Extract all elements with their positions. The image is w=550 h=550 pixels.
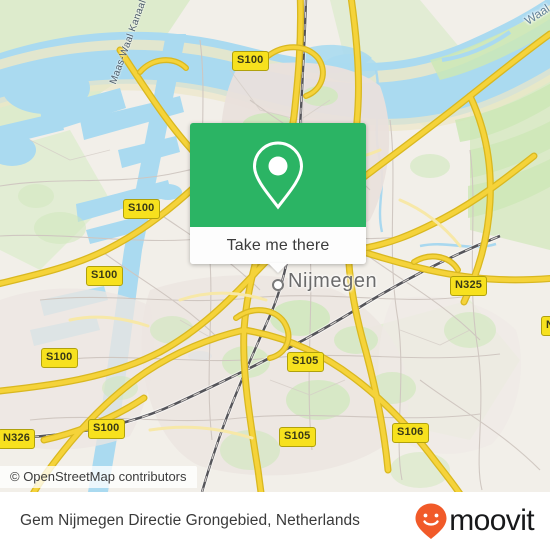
map-canvas[interactable]: Maas-Waal Kanaal Waal Nijmegen S100 S100… [0,0,550,492]
road-shield-s100-3[interactable]: S100 [86,266,123,286]
callout-pointer [268,263,288,273]
take-me-there-callout[interactable]: Take me there [190,123,366,273]
road-shield-s105-1[interactable]: S105 [287,352,324,372]
road-shield-n325[interactable]: N325 [450,276,488,296]
road-shield-n326[interactable]: N326 [0,429,36,449]
moovit-pin-smiley-icon [415,503,447,539]
road-shield-s106[interactable]: S106 [392,423,429,443]
osm-attribution[interactable]: © OpenStreetMap contributors [0,466,197,488]
page-title: Gem Nijmegen Directie Grongebied, Nether… [20,512,360,529]
road-shield-n-partial[interactable]: N [541,316,550,336]
road-shield-s100-2[interactable]: S100 [123,199,160,219]
callout-action-bar[interactable]: Take me there [190,227,366,273]
city-marker-dot [272,279,284,291]
road-shield-s105-2[interactable]: S105 [279,427,316,447]
map-pin-icon [252,141,304,210]
callout-green-panel [190,123,366,227]
road-shield-s100-5[interactable]: S100 [88,419,125,439]
moovit-wordmark: moovit [449,504,534,537]
take-me-there-label: Take me there [226,236,330,254]
footer-bar: Gem Nijmegen Directie Grongebied, Nether… [0,492,550,550]
moovit-logo[interactable]: moovit [414,502,535,540]
moovit-map-page: Maas-Waal Kanaal Waal Nijmegen S100 S100… [0,0,550,550]
road-shield-s100-4[interactable]: S100 [41,348,78,368]
road-shield-s100-1[interactable]: S100 [232,51,269,71]
